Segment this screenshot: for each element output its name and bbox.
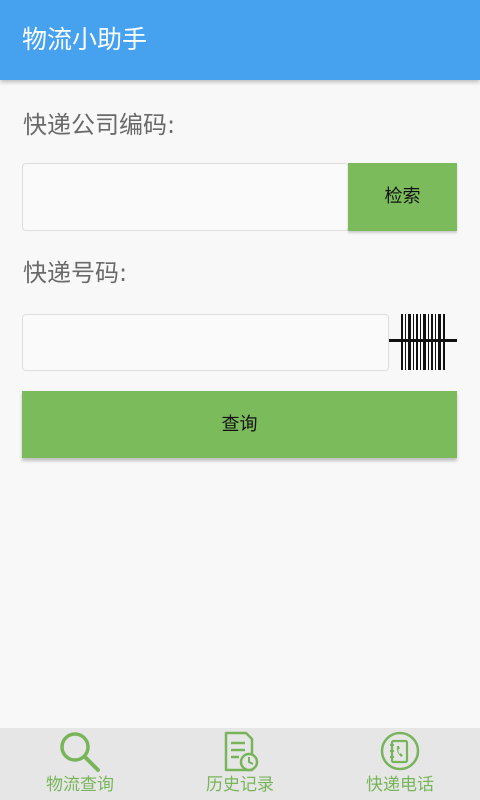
nav-item-courier-phone[interactable]: 快递电话: [320, 728, 480, 800]
company-code-label: 快递公司编码:: [23, 111, 176, 139]
nav-label-history: 历史记录: [206, 775, 274, 795]
app-screen: 物流小助手 快递公司编码: 检索 快递号码: 查询 物流查询 历史记录 快递电话: [0, 0, 480, 800]
nav-item-logistics-query[interactable]: 物流查询: [0, 728, 160, 800]
nav-label-logistics-query: 物流查询: [46, 775, 114, 795]
nav-label-courier-phone: 快递电话: [366, 775, 434, 795]
barcode-scan-button[interactable]: [389, 313, 457, 371]
bottom-navigation: 物流查询 历史记录 快递电话: [0, 728, 480, 800]
tracking-number-label: 快递号码:: [23, 259, 128, 287]
search-icon: [60, 732, 100, 772]
history-record-icon: [224, 731, 259, 772]
search-button[interactable]: 检索: [348, 163, 457, 231]
app-bar: 物流小助手: [0, 0, 480, 80]
query-button[interactable]: 查询: [22, 391, 457, 458]
phone-book-icon: [380, 731, 420, 771]
company-code-input[interactable]: [22, 163, 349, 231]
nav-item-history[interactable]: 历史记录: [160, 728, 320, 800]
app-title: 物流小助手: [22, 25, 148, 54]
barcode-icon: [389, 314, 457, 370]
tracking-number-input[interactable]: [22, 314, 389, 371]
